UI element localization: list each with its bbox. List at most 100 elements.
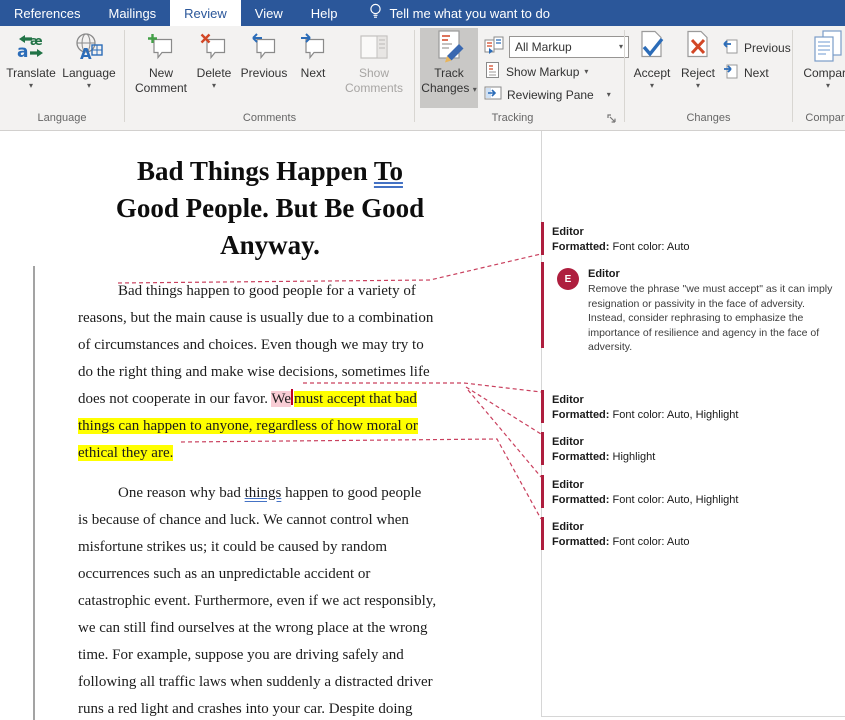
text-line[interactable]: reasons, but the main cause is usually d…: [78, 305, 433, 332]
paragraph-1[interactable]: Bad things happen to good people for a v…: [78, 278, 433, 467]
compare-dropdown-arrow: ▾: [826, 81, 830, 91]
text-segment: happen to good people: [281, 485, 421, 501]
track-changes-dropdown-arrow: ▾: [473, 85, 477, 94]
tab-review[interactable]: Review: [170, 0, 241, 26]
text-line[interactable]: we can still find ourselves at the wrong…: [78, 615, 436, 642]
text-line[interactable]: ethical they are.: [78, 440, 433, 467]
show-markup-button[interactable]: Show Markup ▾: [484, 61, 588, 82]
text-line[interactable]: things can happen to anyone, regardless …: [78, 413, 433, 440]
lightbulb-icon: [368, 3, 383, 23]
delete-comment-button[interactable]: Delete ▾: [192, 28, 236, 91]
highlighted-text: things can happen to anyone, regardless …: [78, 418, 418, 434]
reviewing-pane-button[interactable]: Reviewing Pane ▾: [484, 85, 611, 104]
revision-detail: Highlight: [609, 451, 655, 463]
revision-author: Editor: [552, 436, 840, 448]
track-changes-button[interactable]: Track Changes ▾: [420, 28, 478, 108]
comment-body[interactable]: Remove the phrase "we must accept" as it…: [588, 282, 841, 355]
show-markup-label: Show Markup: [506, 65, 579, 79]
display-for-review-select[interactable]: All Markup ▾: [509, 36, 629, 58]
accept-icon: [637, 28, 667, 66]
comments-group-label: Comments: [125, 112, 414, 124]
group-separator: [792, 30, 793, 122]
revision-entry[interactable]: Editor Formatted: Font color: Auto: [552, 226, 840, 253]
next-change-label: Next: [744, 66, 769, 80]
revision-bar: [541, 475, 544, 508]
next-comment-icon: [299, 28, 327, 66]
revision-entry[interactable]: Editor Formatted: Font color: Auto, High…: [552, 479, 840, 506]
accept-button[interactable]: Accept ▾: [630, 28, 674, 91]
text-line[interactable]: Bad things happen to good people for a v…: [78, 278, 433, 305]
language-icon: A: [73, 28, 105, 66]
compare-label: Compare: [803, 66, 845, 81]
new-comment-icon: [147, 28, 175, 66]
previous-comment-button[interactable]: Previous: [239, 28, 289, 81]
previous-change-button[interactable]: Previous: [722, 38, 791, 58]
tell-me-label: Tell me what you want to do: [390, 6, 550, 21]
revision-detail: Font color: Auto, Highlight: [609, 409, 738, 421]
show-comments-icon: [359, 28, 389, 66]
compare-button[interactable]: Compare ▾: [800, 28, 845, 91]
display-for-review-arrow: ▾: [619, 42, 623, 51]
revision-type: Formatted:: [552, 494, 609, 506]
tab-view[interactable]: View: [241, 0, 297, 26]
delete-comment-label: Delete: [197, 66, 232, 81]
revision-entry[interactable]: Editor Formatted: Font color: Auto, High…: [552, 394, 840, 421]
new-comment-label-2: Comment: [135, 81, 187, 96]
highlighted-text: must accept that bad: [294, 391, 417, 407]
text-line[interactable]: runs a red light and crashes into your c…: [78, 696, 436, 720]
tracking-dialog-launcher[interactable]: [606, 113, 617, 127]
tab-mailings[interactable]: Mailings: [94, 0, 170, 26]
document-canvas[interactable]: Bad Things Happen To Good People. But Be…: [0, 131, 845, 720]
next-change-button[interactable]: Next: [722, 63, 769, 83]
comment-author: Editor: [588, 268, 620, 280]
translate-button[interactable]: aæ Translate ▾: [4, 28, 58, 91]
title-text: Good People. But Be Good: [55, 190, 485, 227]
revision-detail: Font color: Auto, Highlight: [609, 494, 738, 506]
review-ribbon: aæ Translate ▾ A Language ▾ Language New…: [0, 26, 845, 131]
text-line[interactable]: catastrophic event. Furthermore, even if…: [78, 588, 436, 615]
reject-button[interactable]: Reject ▾: [678, 28, 718, 91]
accept-dropdown-arrow: ▾: [650, 81, 654, 91]
text-line[interactable]: One reason why bad things happen to good…: [78, 480, 436, 507]
new-comment-button[interactable]: New Comment: [133, 28, 189, 96]
markup-pane-bottom-edge: [541, 716, 845, 717]
tab-help[interactable]: Help: [297, 0, 352, 26]
word-review-window: References Mailings Review View Help Tel…: [0, 0, 845, 720]
revision-type: Formatted:: [552, 241, 609, 253]
next-comment-button[interactable]: Next: [291, 28, 335, 81]
markup-pane-separator: [541, 131, 542, 717]
svg-text:A: A: [80, 45, 92, 63]
text-line[interactable]: is because of chance and luck. We cannot…: [78, 507, 436, 534]
language-button[interactable]: A Language ▾: [62, 28, 116, 91]
document-title[interactable]: Bad Things Happen To Good People. But Be…: [55, 153, 485, 264]
text-line[interactable]: does not cooperate in our favor. Wemust …: [78, 386, 433, 413]
group-separator: [414, 30, 415, 122]
text-line[interactable]: following all traffic laws when suddenly…: [78, 669, 436, 696]
revision-entry[interactable]: Editor Formatted: Highlight: [552, 436, 840, 463]
accept-label: Accept: [634, 66, 671, 81]
text-line[interactable]: occurrences such as an unpredictable acc…: [78, 561, 436, 588]
tell-me-box[interactable]: Tell me what you want to do: [368, 0, 550, 26]
tab-references[interactable]: References: [0, 0, 94, 26]
reject-label: Reject: [681, 66, 715, 81]
paragraph-2[interactable]: One reason why bad things happen to good…: [78, 480, 436, 720]
group-separator: [624, 30, 625, 122]
grammar-underline: things: [245, 485, 282, 501]
revision-type: Formatted:: [552, 409, 609, 421]
text-segment: One reason why bad: [118, 485, 245, 501]
text-line[interactable]: time. For example, suppose you are drivi…: [78, 642, 436, 669]
reviewing-pane-label: Reviewing Pane: [507, 88, 594, 102]
revision-author: Editor: [552, 394, 840, 406]
text-line[interactable]: do the right thing and make wise decisio…: [78, 359, 433, 386]
text-line[interactable]: misfortune strikes us; it could be cause…: [78, 534, 436, 561]
title-text: Anyway.: [55, 227, 485, 264]
revision-author: Editor: [552, 521, 840, 533]
track-changes-icon: [432, 28, 466, 66]
text-line[interactable]: of circumstances and choices. Even thoug…: [78, 332, 433, 359]
revision-entry[interactable]: Editor Formatted: Font color: Auto: [552, 521, 840, 548]
previous-change-icon: [722, 38, 739, 58]
previous-change-label: Previous: [744, 41, 791, 55]
ribbon-tab-bar: References Mailings Review View Help Tel…: [0, 0, 845, 26]
display-for-review-row: All Markup ▾: [484, 35, 629, 58]
delete-dropdown-arrow: ▾: [212, 81, 216, 91]
